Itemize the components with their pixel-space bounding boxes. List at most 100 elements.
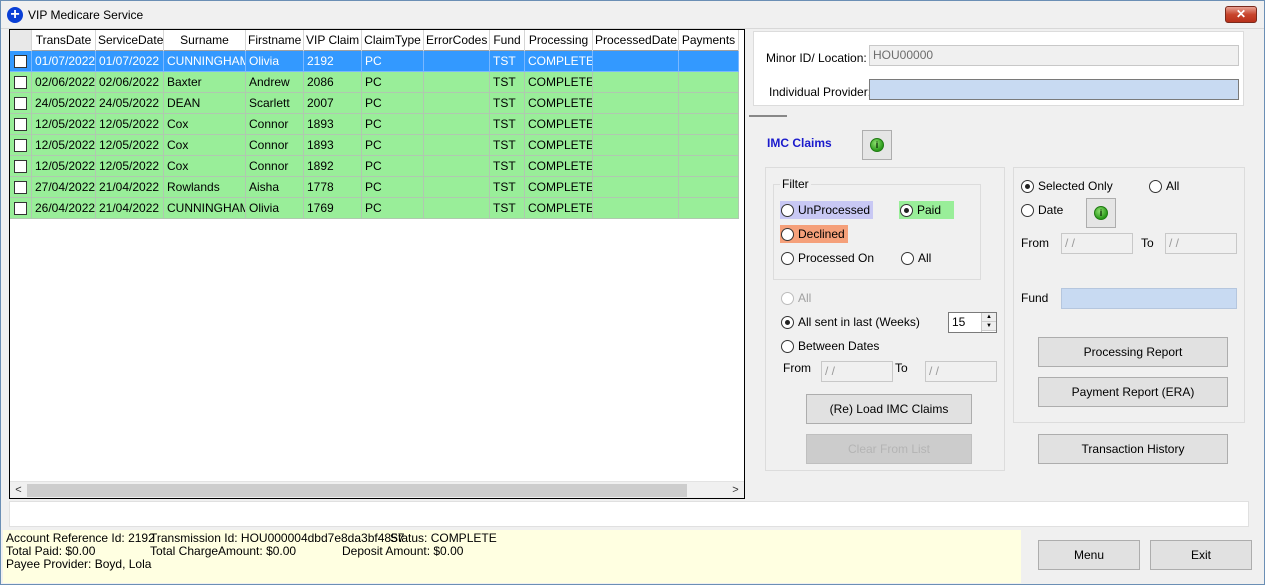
row-checkbox-cell[interactable] xyxy=(10,72,32,93)
table-cell: 12/05/2022 xyxy=(96,156,164,177)
clear-from-list-button[interactable]: Clear From List xyxy=(806,434,972,464)
radio-circle xyxy=(781,227,794,241)
table-row[interactable]: 02/06/2022 02/06/2022 Baxter Andrew 2086 PC TS… xyxy=(10,72,739,93)
filter-all-radio[interactable]: All xyxy=(900,249,934,267)
row-checkbox-cell[interactable] xyxy=(10,93,32,114)
declined-radio[interactable]: Declined xyxy=(780,225,848,243)
row-checkbox[interactable] xyxy=(14,138,27,152)
row-checkbox[interactable] xyxy=(14,180,27,194)
spinner-arrows[interactable]: ▲ ▼ xyxy=(981,313,996,332)
table-cell: 21/04/2022 xyxy=(96,177,164,198)
imc-info-button[interactable]: i xyxy=(862,130,892,160)
column-header[interactable]: Payments xyxy=(679,30,739,51)
report-to-field[interactable]: / / xyxy=(1165,233,1237,254)
between-dates-radio[interactable]: Between Dates xyxy=(780,337,882,355)
scroll-right-icon[interactable]: > xyxy=(727,482,744,498)
title-bar: + VIP Medicare Service ✕ xyxy=(1,1,1264,29)
all-sent-in-last-radio[interactable]: All sent in last (Weeks) xyxy=(780,313,923,331)
table-row[interactable]: 12/05/2022 12/05/2022 Cox Connor 1892 PC TST CO… xyxy=(10,156,739,177)
report-info-button[interactable]: i xyxy=(1086,198,1116,228)
table-row[interactable]: 12/05/2022 12/05/2022 Cox Connor 1893 PC TST CO… xyxy=(10,135,739,156)
column-header[interactable]: Firstname xyxy=(246,30,304,51)
row-checkbox[interactable] xyxy=(14,54,27,68)
fund-field[interactable] xyxy=(1061,288,1237,309)
weeks-spinner[interactable]: 15 ▲ ▼ xyxy=(948,312,997,333)
table-cell: Baxter xyxy=(164,72,246,93)
table-cell: TST xyxy=(490,177,525,198)
claims-grid[interactable]: TransDate ServiceDate Surname Firstname VIP … xyxy=(9,29,745,499)
table-cell: 1778 xyxy=(304,177,362,198)
window-close-button[interactable]: ✕ xyxy=(1225,6,1257,23)
spin-down-icon[interactable]: ▼ xyxy=(982,322,996,331)
column-header[interactable]: Fund xyxy=(490,30,525,51)
scrollbar-thumb[interactable] xyxy=(27,484,687,497)
row-checkbox-cell[interactable] xyxy=(10,114,32,135)
exit-button[interactable]: Exit xyxy=(1150,540,1252,570)
table-row[interactable]: 24/05/2022 24/05/2022 DEAN Scarlett 2007 PC TS… xyxy=(10,93,739,114)
from-date-field[interactable]: / / xyxy=(821,361,893,382)
row-checkbox[interactable] xyxy=(14,117,27,131)
report-from-field[interactable]: / / xyxy=(1061,233,1133,254)
column-header[interactable]: ClaimType xyxy=(362,30,424,51)
table-row[interactable]: 26/04/2022 21/04/2022 CUNNINGHAM Olivia 1769… xyxy=(10,198,739,219)
report-all-radio[interactable]: All xyxy=(1148,177,1182,195)
table-cell: 02/06/2022 xyxy=(32,72,96,93)
payee-provider-text: Payee Provider: Boyd, Lola xyxy=(6,557,152,571)
column-header[interactable]: Processing xyxy=(525,30,593,51)
account-ref-text: Account Reference Id: 2192 xyxy=(6,531,155,545)
table-cell xyxy=(424,93,490,114)
scroll-left-icon[interactable]: < xyxy=(10,482,27,498)
table-cell: 02/06/2022 xyxy=(96,72,164,93)
minor-id-field[interactable]: HOU00000 xyxy=(869,45,1239,66)
select-all-header[interactable] xyxy=(10,30,32,51)
row-checkbox-cell[interactable] xyxy=(10,51,32,72)
table-cell: COMPLETE xyxy=(525,51,593,72)
table-cell: COMPLETE xyxy=(525,156,593,177)
row-checkbox[interactable] xyxy=(14,96,27,110)
column-header[interactable]: TransDate xyxy=(32,30,96,51)
report-all-label: All xyxy=(1166,179,1180,193)
row-checkbox[interactable] xyxy=(14,75,27,89)
to-date-field[interactable]: / / xyxy=(925,361,997,382)
row-checkbox-cell[interactable] xyxy=(10,156,32,177)
table-cell: 12/05/2022 xyxy=(96,135,164,156)
table-row[interactable]: 12/05/2022 12/05/2022 Cox Connor 1893 PC TST CO… xyxy=(10,114,739,135)
individual-provider-field[interactable] xyxy=(869,79,1239,100)
main-window: + VIP Medicare Service ✕ TransDate Servic… xyxy=(0,0,1265,585)
row-checkbox-cell[interactable] xyxy=(10,198,32,219)
column-header[interactable]: ErrorCodes xyxy=(424,30,490,51)
menu-button[interactable]: Menu xyxy=(1038,540,1140,570)
horizontal-scrollbar[interactable]: < > xyxy=(10,481,744,498)
table-row[interactable]: 27/04/2022 21/04/2022 Rowlands Aisha 1778 PC T… xyxy=(10,177,739,198)
processed-on-radio[interactable]: Processed On xyxy=(780,249,877,267)
unprocessed-radio[interactable]: UnProcessed xyxy=(780,201,874,219)
table-cell: COMPLETE xyxy=(525,135,593,156)
app-plus-icon: + xyxy=(7,7,23,23)
table-cell xyxy=(424,51,490,72)
table-cell: 12/05/2022 xyxy=(32,156,96,177)
column-header[interactable]: ServiceDate xyxy=(96,30,164,51)
paid-radio[interactable]: Paid xyxy=(899,201,955,219)
column-header[interactable]: VIP Claim xyxy=(304,30,362,51)
report-date-radio[interactable]: Date xyxy=(1020,201,1066,219)
table-cell: Connor xyxy=(246,114,304,135)
column-header[interactable]: Surname xyxy=(164,30,246,51)
processing-report-button[interactable]: Processing Report xyxy=(1038,337,1228,367)
range-all-radio[interactable]: All xyxy=(780,289,814,307)
row-checkbox-cell[interactable] xyxy=(10,177,32,198)
row-checkbox[interactable] xyxy=(14,159,27,173)
spin-up-icon[interactable]: ▲ xyxy=(982,313,996,322)
table-row[interactable]: 01/07/2022 01/07/2022 CUNNINGHAM Olivia 2192… xyxy=(10,51,739,72)
row-checkbox-cell[interactable] xyxy=(10,135,32,156)
transaction-history-button[interactable]: Transaction History xyxy=(1038,434,1228,464)
table-cell: PC xyxy=(362,156,424,177)
column-header[interactable]: ProcessedDate xyxy=(593,30,679,51)
row-checkbox[interactable] xyxy=(14,201,27,215)
load-imc-claims-button[interactable]: (Re) Load IMC Claims xyxy=(806,394,972,424)
provider-panel: Minor ID/ Location: HOU00000 Individual … xyxy=(753,31,1244,106)
table-cell: TST xyxy=(490,198,525,219)
table-cell: COMPLETE xyxy=(525,72,593,93)
from-label: From xyxy=(783,361,811,375)
payment-report-button[interactable]: Payment Report (ERA) xyxy=(1038,377,1228,407)
selected-only-radio[interactable]: Selected Only xyxy=(1020,177,1116,195)
